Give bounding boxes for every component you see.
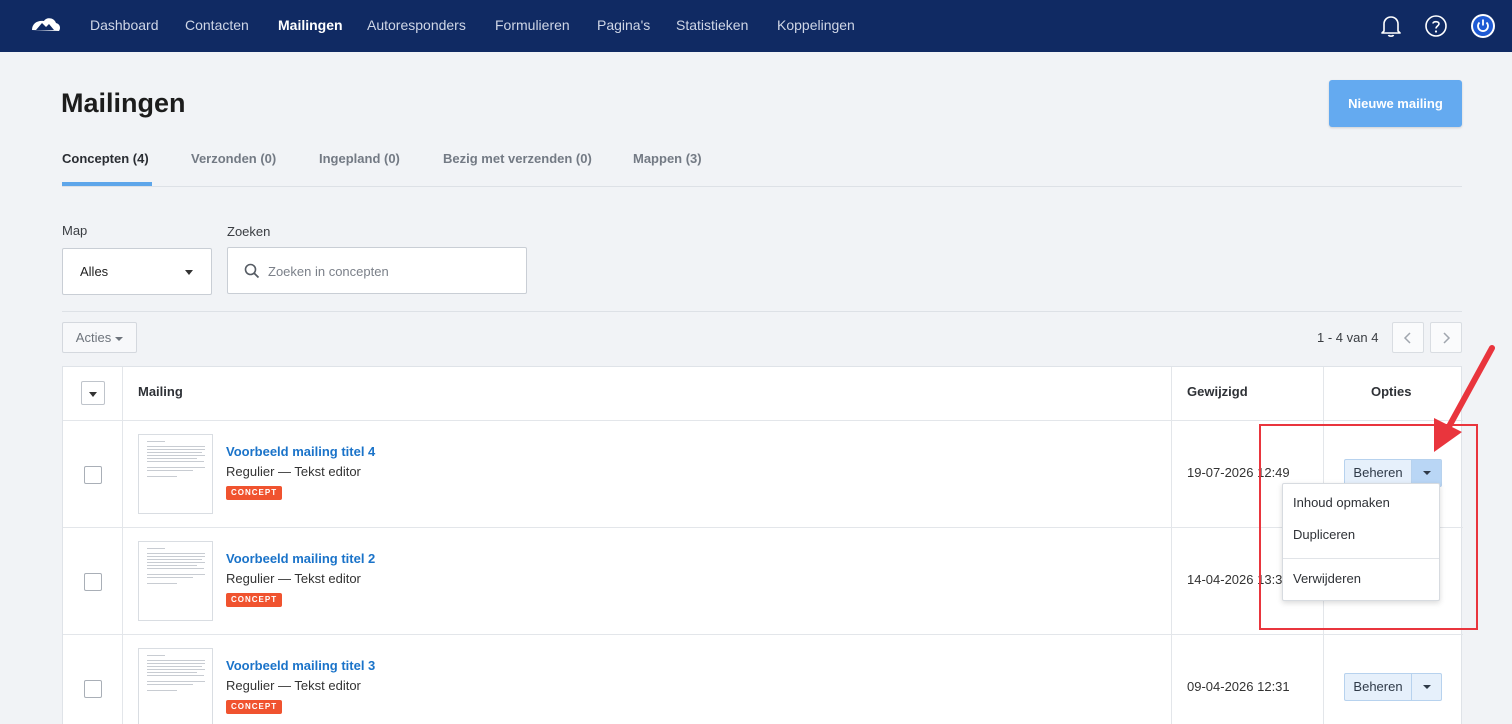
acties-label: Acties (75, 330, 112, 345)
mailing-title-link[interactable]: Voorbeeld mailing titel 2 (226, 551, 375, 566)
nav-contacten[interactable]: Contacten (185, 17, 249, 33)
map-label: Map (62, 223, 88, 238)
row-checkbox[interactable] (84, 466, 102, 484)
table-row: Voorbeeld mailing titel 4 Regulier — Tek… (63, 421, 1463, 528)
bell-icon[interactable] (1380, 14, 1402, 43)
status-badge: CONCEPT (226, 486, 283, 500)
mailing-thumbnail[interactable] (138, 648, 213, 724)
search-field[interactable] (227, 247, 527, 294)
table-row: Voorbeeld mailing titel 2 Regulier — Tek… (63, 528, 1463, 635)
nav-paginas[interactable]: Pagina's (597, 17, 650, 33)
mailing-thumbnail[interactable] (138, 541, 213, 621)
map-select-value: Alles (80, 264, 109, 279)
mailings-table: Mailing Gewijzigd Opties Voorbeeld maili… (62, 366, 1463, 724)
modified-date: 09-04-2026 12:31 (1187, 679, 1290, 694)
mailing-title-link[interactable]: Voorbeeld mailing titel 4 (226, 444, 375, 459)
pagination-info: 1 - 4 van 4 (1317, 330, 1379, 345)
caret-down-icon (115, 336, 124, 341)
column-header-opties: Opties (1371, 384, 1412, 399)
chevron-down-icon (185, 270, 193, 275)
help-icon[interactable] (1424, 14, 1448, 43)
search-label: Zoeken (227, 224, 271, 239)
caret-down-icon (1423, 685, 1431, 689)
chevron-left-icon (1403, 332, 1411, 344)
nav-formulieren[interactable]: Formulieren (495, 17, 570, 33)
new-mailing-button[interactable]: Nieuwe mailing (1329, 80, 1462, 127)
top-navigation: Dashboard Contacten Mailingen Autorespon… (0, 0, 1512, 52)
power-icon[interactable] (1470, 13, 1496, 44)
chevron-down-icon (89, 392, 97, 397)
manage-dropdown-toggle[interactable] (1412, 674, 1441, 700)
nav-statistieken[interactable]: Statistieken (676, 17, 748, 33)
status-badge: CONCEPT (226, 593, 283, 607)
page-title: Mailingen (61, 88, 186, 118)
column-header-gewijzigd[interactable]: Gewijzigd (1187, 384, 1248, 399)
mailing-subtitle: Regulier — Tekst editor (226, 571, 361, 586)
mailing-title-link[interactable]: Voorbeeld mailing titel 3 (226, 658, 375, 673)
column-header-mailing[interactable]: Mailing (138, 384, 183, 399)
nav-autoresponders[interactable]: Autoresponders (367, 17, 466, 33)
select-all-dropdown[interactable] (81, 381, 105, 405)
nav-dashboard[interactable]: Dashboard (90, 17, 159, 33)
mailing-subtitle: Regulier — Tekst editor (226, 464, 361, 479)
manage-button[interactable]: Beheren (1345, 674, 1412, 700)
tab-verzonden[interactable]: Verzonden (0) (191, 151, 276, 166)
row-checkbox[interactable] (84, 573, 102, 591)
nav-mailingen[interactable]: Mailingen (278, 17, 343, 33)
status-badge: CONCEPT (226, 700, 283, 714)
mailing-thumbnail[interactable] (138, 434, 213, 514)
table-row: Voorbeeld mailing titel 3 Regulier — Tek… (63, 635, 1463, 724)
search-input[interactable] (268, 261, 518, 281)
tab-concepten[interactable]: Concepten (4) (62, 151, 149, 166)
acties-button[interactable]: Acties (62, 322, 137, 353)
search-icon (244, 263, 260, 284)
tabs-divider (62, 186, 1462, 187)
tab-mappen[interactable]: Mappen (3) (633, 151, 702, 166)
row-checkbox[interactable] (84, 680, 102, 698)
nav-koppelingen[interactable]: Koppelingen (777, 17, 855, 33)
manage-button-group[interactable]: Beheren (1344, 673, 1442, 701)
filters-divider (62, 311, 1462, 312)
tab-ingepland[interactable]: Ingepland (0) (319, 151, 400, 166)
logo-icon[interactable] (30, 14, 62, 41)
map-select[interactable]: Alles (62, 248, 212, 295)
tab-bezig-met-verzenden[interactable]: Bezig met verzenden (0) (443, 151, 592, 166)
annotation-arrow-icon (1434, 345, 1495, 452)
mailing-subtitle: Regulier — Tekst editor (226, 678, 361, 693)
